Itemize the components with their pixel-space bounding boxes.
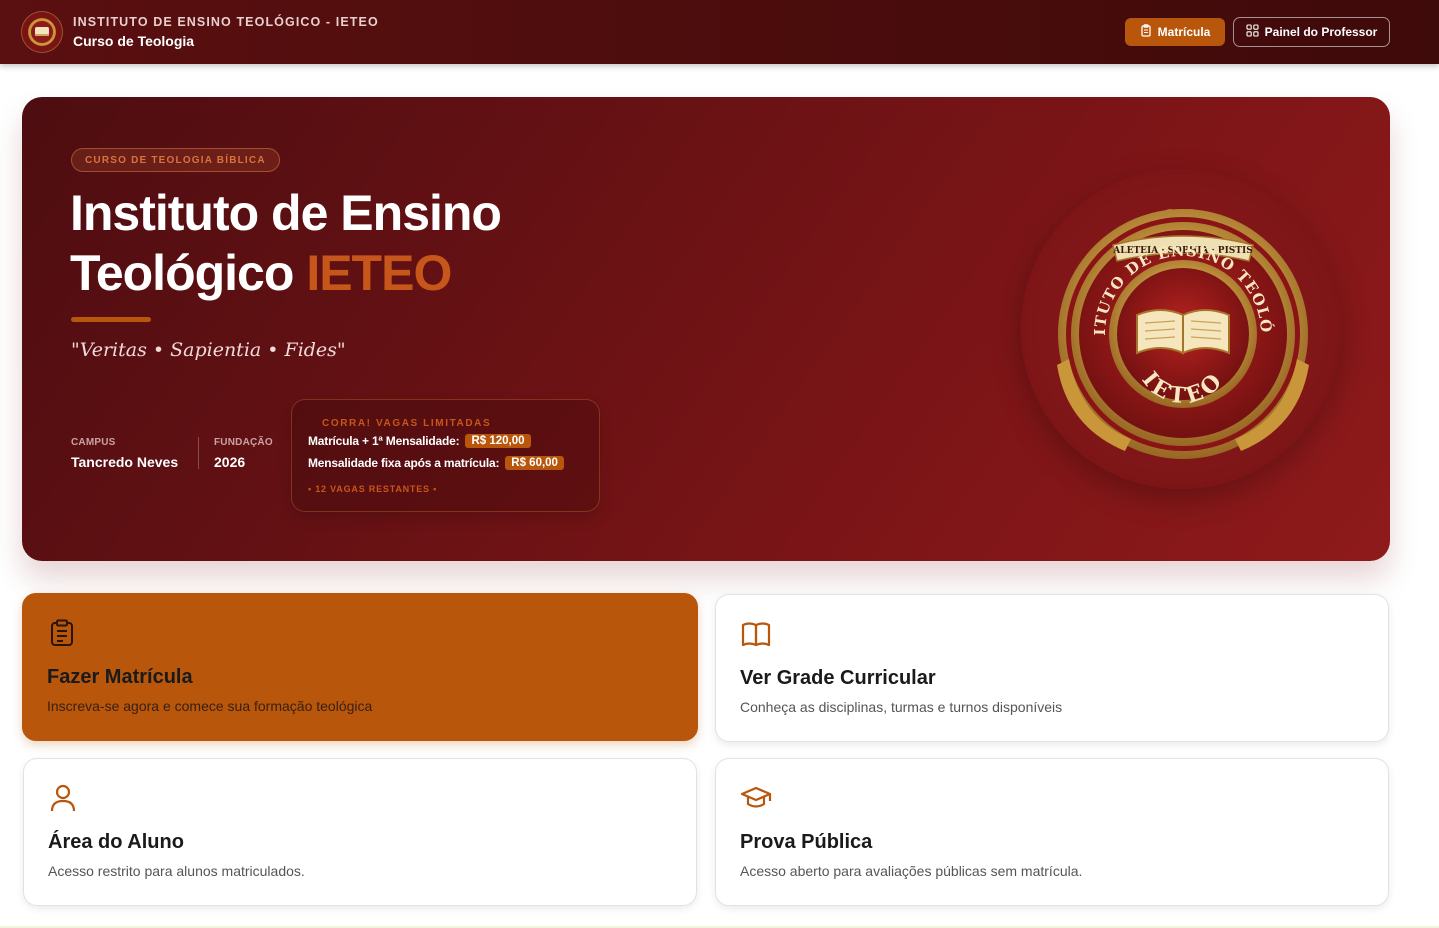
promo-box: CORRA! VAGAS LIMITADAS Matrícula + 1ª Me… — [291, 399, 600, 512]
campus-info: CAMPUS Tancredo Neves — [71, 437, 178, 470]
clipboard-icon — [1140, 24, 1152, 40]
promo-row1-label: Matrícula + 1ª Mensalidade: — [308, 434, 460, 448]
card-title: Ver Grade Curricular — [740, 667, 936, 689]
institution-name: INSTITUTO DE ENSINO TEOLÓGICO - IETEO — [73, 15, 379, 29]
promo-row2-label: Mensalidade fixa após a matrícula: — [308, 456, 500, 470]
card-area-do-aluno[interactable]: Área do Aluno Acesso restrito para aluno… — [23, 758, 697, 906]
hero-title-line1: Instituto de Ensino — [70, 185, 502, 241]
grid-icon — [1246, 24, 1259, 40]
ieteo-seal: AΩ ALETEIA · SOPHIA · PISTIS INSTITUTO D… — [1014, 155, 1309, 459]
campus-label: CAMPUS — [71, 437, 116, 448]
user-icon — [48, 783, 78, 813]
meta-divider — [198, 437, 199, 469]
clipboard-icon — [47, 618, 77, 648]
hero-title-line2: Teológico — [70, 245, 294, 301]
card-description: Inscreva-se agora e comece sua formação … — [47, 698, 373, 714]
promo-row1-price: R$ 120,00 — [465, 434, 531, 448]
promo-row-monthly: Mensalidade fixa após a matrícula: R$ 60… — [308, 456, 564, 470]
card-title: Fazer Matrícula — [47, 666, 193, 688]
matricula-button-label: Matrícula — [1157, 25, 1211, 39]
card-title: Área do Aluno — [48, 831, 184, 853]
course-chip: CURSO DE TEOLOGIA BÍBLICA — [71, 148, 280, 172]
brand-block: INSTITUTO DE ENSINO TEOLÓGICO - IETEO Cu… — [73, 14, 379, 50]
hero-title: Instituto de Ensino Teológico IETEO — [70, 183, 690, 303]
seal-backdrop: AΩ ALETEIA · SOPHIA · PISTIS INSTITUTO D… — [1014, 155, 1341, 489]
card-description: Conheça as disciplinas, turmas e turnos … — [740, 699, 1063, 715]
founded-value: 2026 — [214, 454, 246, 470]
open-book-emblem — [1136, 309, 1230, 355]
matricula-button[interactable]: Matrícula — [1125, 18, 1225, 46]
graduation-cap-icon — [740, 783, 772, 813]
card-fazer-matricula[interactable]: Fazer Matrícula Inscreva-se agora e come… — [22, 593, 698, 741]
professor-panel-button[interactable]: Painel do Professor — [1233, 17, 1390, 47]
founded-label: FUNDAÇÃO — [214, 437, 273, 448]
promo-footer: • 12 VAGAS RESTANTES • — [308, 484, 438, 494]
card-description: Acesso restrito para alunos matriculados… — [48, 863, 305, 879]
promo-headline: CORRA! VAGAS LIMITADAS — [322, 418, 492, 429]
card-prova-publica[interactable]: Prova Pública Acesso aberto para avaliaç… — [715, 758, 1389, 906]
open-book-icon — [740, 619, 771, 649]
hero-banner: CURSO DE TEOLOGIA BÍBLICA Instituto de E… — [22, 97, 1390, 561]
card-title: Prova Pública — [740, 831, 873, 853]
ieteo-logo[interactable] — [22, 12, 62, 52]
promo-row2-price: R$ 60,00 — [505, 456, 564, 470]
professor-panel-label: Painel do Professor — [1264, 25, 1378, 39]
top-navbar: INSTITUTO DE ENSINO TEOLÓGICO - IETEO Cu… — [0, 0, 1439, 64]
campus-value: Tancredo Neves — [71, 454, 179, 470]
hero-motto: "Veritas • Sapientia • Fides" — [71, 339, 346, 361]
title-underline — [71, 317, 151, 322]
founded-info: FUNDAÇÃO 2026 — [214, 437, 273, 470]
hero-title-accent: IETEO — [306, 245, 452, 301]
course-name: Curso de Teologia — [73, 33, 195, 49]
card-description: Acesso aberto para avaliações públicas s… — [740, 863, 1083, 879]
promo-row-enrollment: Matrícula + 1ª Mensalidade: R$ 120,00 — [308, 434, 531, 448]
card-grade-curricular[interactable]: Ver Grade Curricular Conheça as discipli… — [715, 594, 1389, 742]
